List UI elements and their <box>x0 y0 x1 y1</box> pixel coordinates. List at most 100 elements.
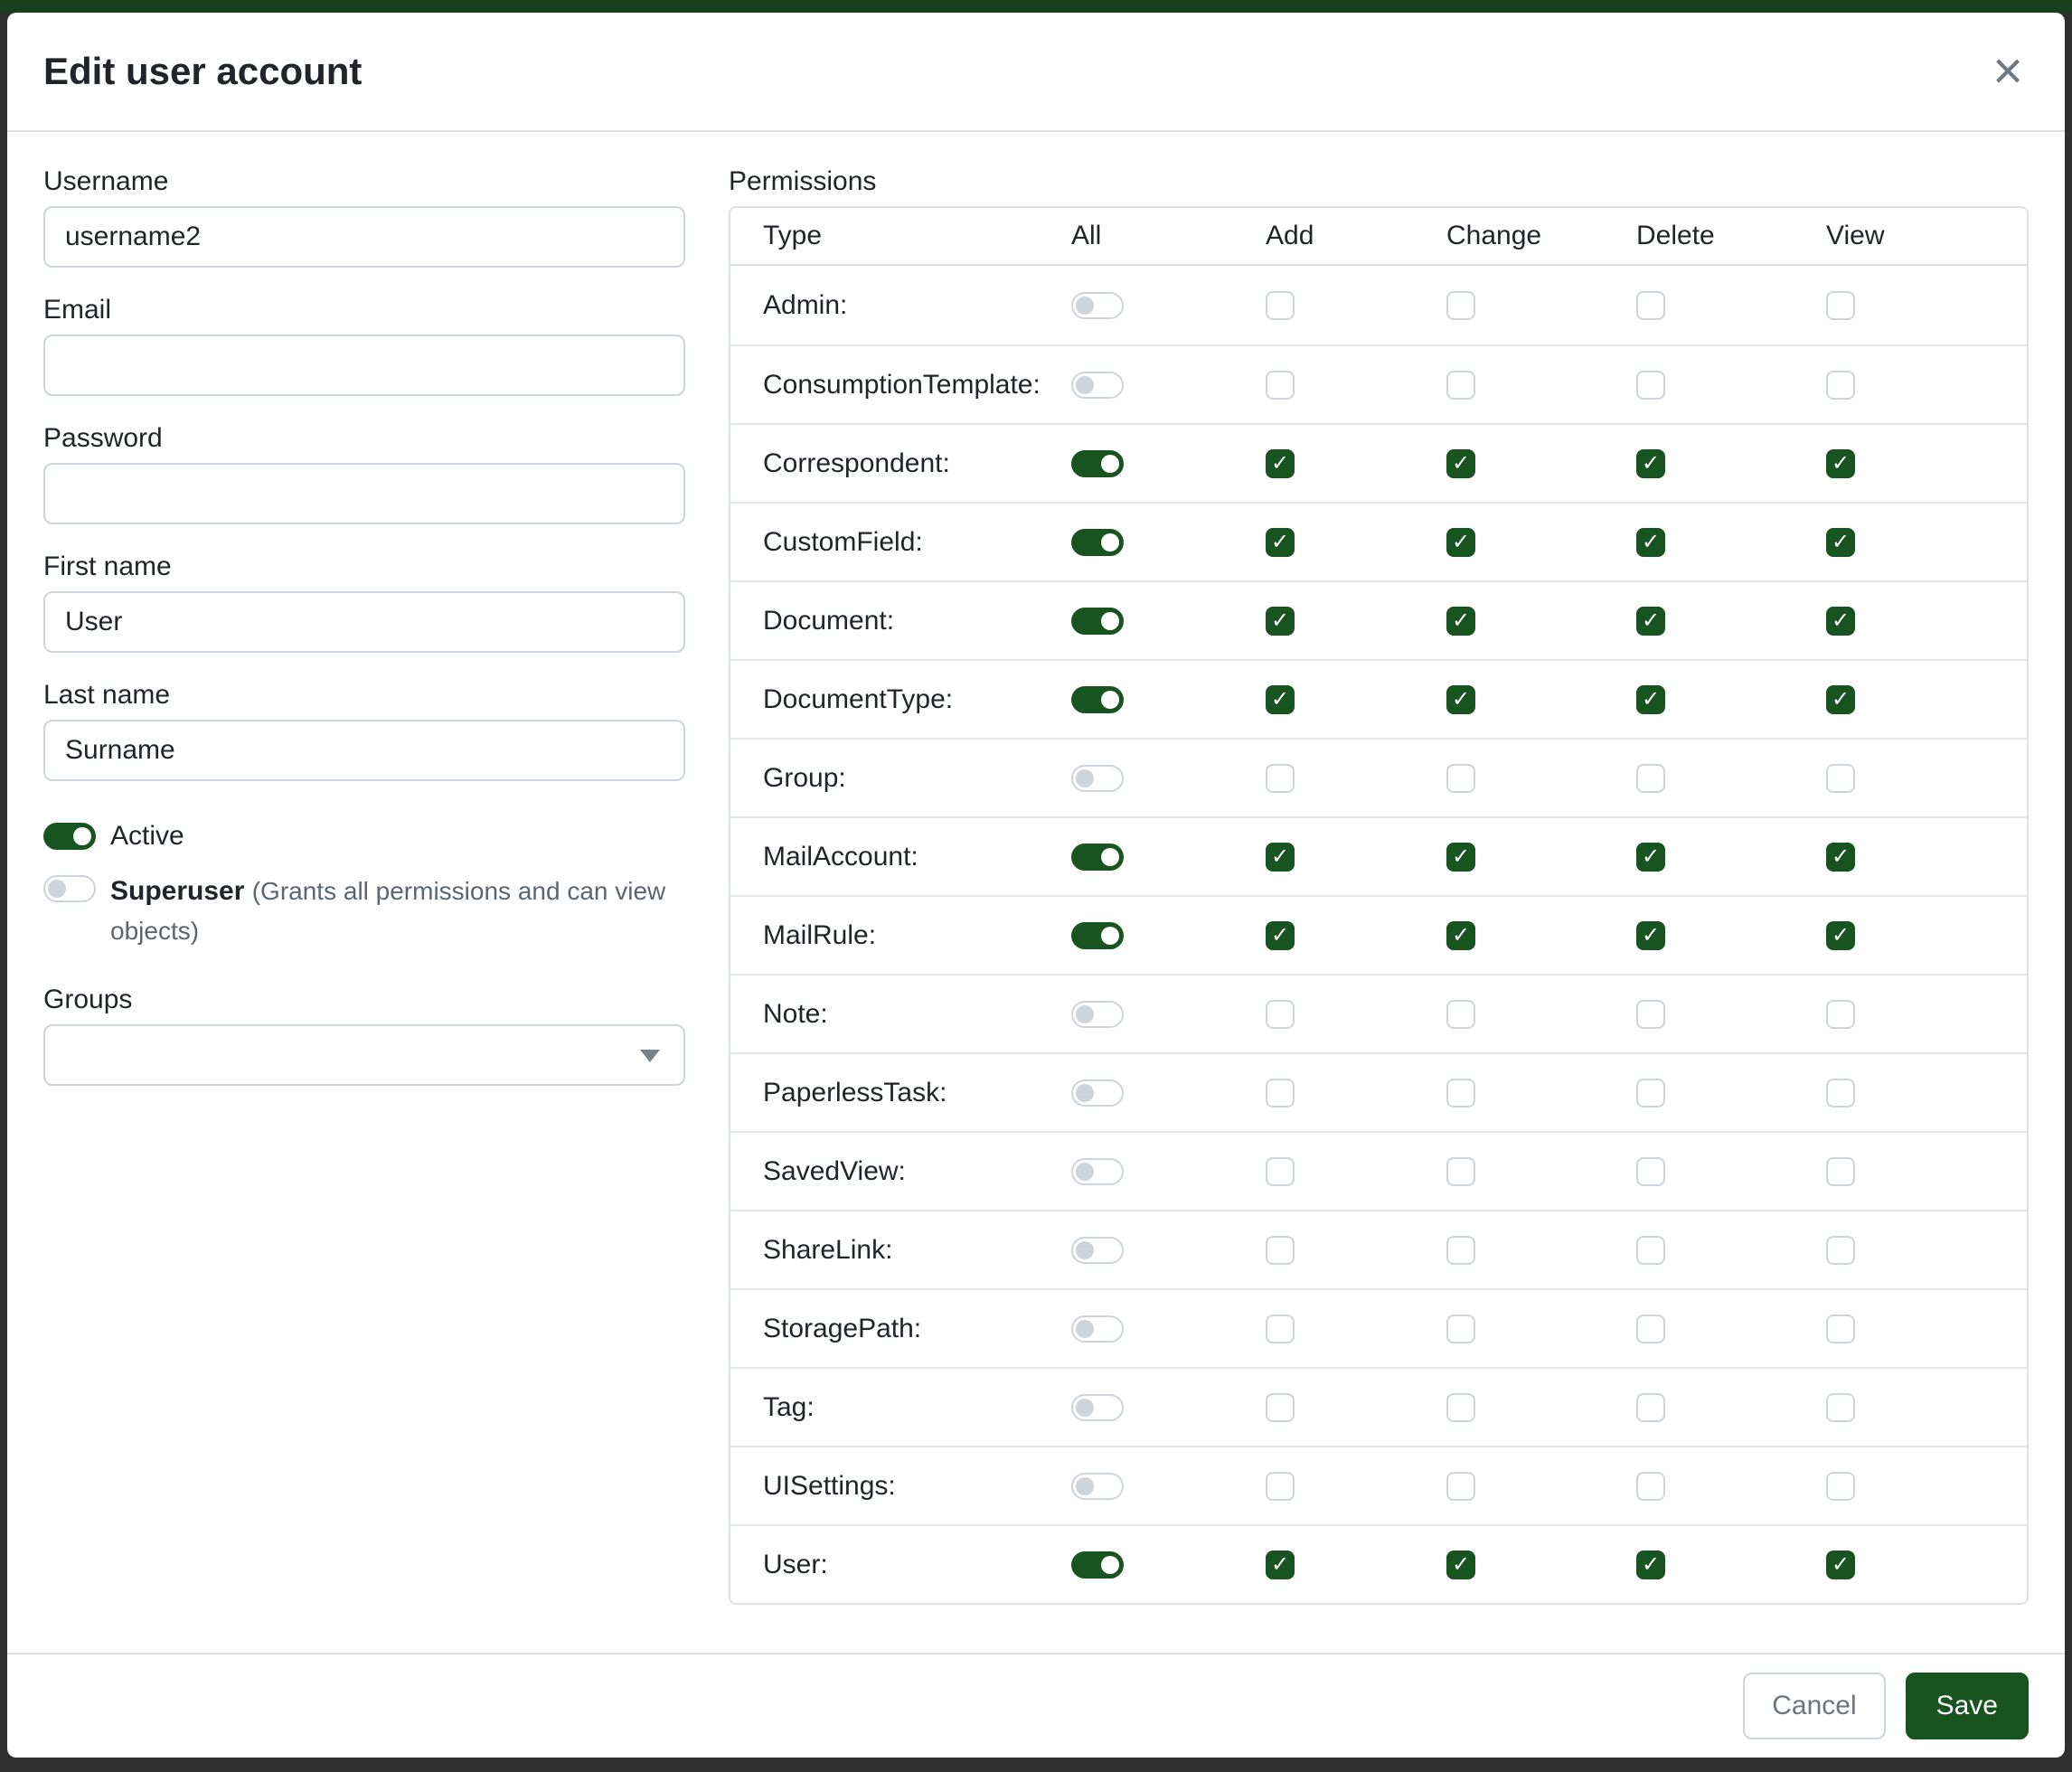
permission-view-checkbox[interactable] <box>1826 449 1855 478</box>
permission-delete-checkbox[interactable] <box>1636 1315 1665 1343</box>
superuser-toggle[interactable] <box>43 875 96 902</box>
permission-delete-checkbox[interactable] <box>1636 685 1665 714</box>
permission-all-toggle[interactable] <box>1071 1079 1124 1107</box>
permission-all-toggle[interactable] <box>1071 1315 1124 1343</box>
permission-view-checkbox[interactable] <box>1826 685 1855 714</box>
permission-delete-checkbox[interactable] <box>1636 921 1665 950</box>
permission-add-checkbox[interactable] <box>1266 1236 1295 1265</box>
permission-add-checkbox[interactable] <box>1266 291 1295 320</box>
permission-add-checkbox[interactable] <box>1266 1393 1295 1422</box>
permission-change-checkbox[interactable] <box>1446 764 1475 793</box>
permission-view-checkbox[interactable] <box>1826 1079 1855 1108</box>
permission-change-checkbox[interactable] <box>1446 1315 1475 1343</box>
permission-delete-checkbox[interactable] <box>1636 528 1665 557</box>
permission-add-checkbox[interactable] <box>1266 1157 1295 1186</box>
permission-view-checkbox[interactable] <box>1826 291 1855 320</box>
permission-change-checkbox[interactable] <box>1446 291 1475 320</box>
permission-all-toggle[interactable] <box>1071 292 1124 319</box>
groups-select[interactable] <box>43 1024 685 1086</box>
permission-delete-checkbox[interactable] <box>1636 1236 1665 1265</box>
permission-all-toggle[interactable] <box>1071 1394 1124 1421</box>
permission-view-checkbox[interactable] <box>1826 921 1855 950</box>
permission-all-toggle[interactable] <box>1071 844 1124 871</box>
permission-view-checkbox[interactable] <box>1826 1550 1855 1579</box>
permission-add-checkbox[interactable] <box>1266 1472 1295 1501</box>
permission-add-checkbox[interactable] <box>1266 1000 1295 1029</box>
permission-all-toggle[interactable] <box>1071 529 1124 556</box>
permission-view-checkbox[interactable] <box>1826 1000 1855 1029</box>
username-input[interactable] <box>43 206 685 268</box>
permission-all-toggle[interactable] <box>1071 1473 1124 1500</box>
permission-add-checkbox[interactable] <box>1266 607 1295 636</box>
permission-view-checkbox[interactable] <box>1826 1315 1855 1343</box>
permission-delete-checkbox[interactable] <box>1636 449 1665 478</box>
permission-add-checkbox[interactable] <box>1266 1079 1295 1108</box>
permission-change-checkbox[interactable] <box>1446 1472 1475 1501</box>
permission-delete-checkbox[interactable] <box>1636 1393 1665 1422</box>
permission-add-checkbox[interactable] <box>1266 764 1295 793</box>
close-icon[interactable]: × <box>1987 45 2029 98</box>
permission-view-checkbox[interactable] <box>1826 607 1855 636</box>
permission-change-checkbox[interactable] <box>1446 1157 1475 1186</box>
permission-delete-checkbox[interactable] <box>1636 607 1665 636</box>
permission-add-checkbox[interactable] <box>1266 1315 1295 1343</box>
permission-all-toggle[interactable] <box>1071 686 1124 713</box>
cancel-button[interactable]: Cancel <box>1743 1673 1885 1739</box>
password-label: Password <box>43 423 685 454</box>
permission-view-checkbox[interactable] <box>1826 843 1855 872</box>
permission-delete-checkbox[interactable] <box>1636 1079 1665 1108</box>
permission-change-checkbox[interactable] <box>1446 528 1475 557</box>
permission-view-checkbox[interactable] <box>1826 371 1855 400</box>
permission-row: MailRule: <box>730 895 2027 974</box>
save-button[interactable]: Save <box>1906 1673 2029 1739</box>
permission-all-toggle[interactable] <box>1071 1551 1124 1579</box>
permission-add-checkbox[interactable] <box>1266 371 1295 400</box>
permission-change-checkbox[interactable] <box>1446 607 1475 636</box>
permission-change-checkbox[interactable] <box>1446 1236 1475 1265</box>
permission-change-checkbox[interactable] <box>1446 371 1475 400</box>
first-name-input[interactable] <box>43 591 685 653</box>
permission-all-toggle[interactable] <box>1071 1237 1124 1264</box>
permission-delete-checkbox[interactable] <box>1636 1000 1665 1029</box>
permission-change-checkbox[interactable] <box>1446 921 1475 950</box>
last-name-label: Last name <box>43 680 685 711</box>
permission-change-checkbox[interactable] <box>1446 1079 1475 1108</box>
active-toggle[interactable] <box>43 823 96 850</box>
permission-type-cell: DocumentType: <box>730 684 1071 715</box>
password-input[interactable] <box>43 463 685 524</box>
permission-change-checkbox[interactable] <box>1446 685 1475 714</box>
permission-all-toggle[interactable] <box>1071 1001 1124 1028</box>
permission-all-toggle[interactable] <box>1071 765 1124 792</box>
permission-view-checkbox[interactable] <box>1826 528 1855 557</box>
permission-change-checkbox[interactable] <box>1446 843 1475 872</box>
permission-add-checkbox[interactable] <box>1266 843 1295 872</box>
permission-change-checkbox[interactable] <box>1446 1000 1475 1029</box>
permission-view-checkbox[interactable] <box>1826 1472 1855 1501</box>
last-name-input[interactable] <box>43 720 685 781</box>
permission-change-checkbox[interactable] <box>1446 1550 1475 1579</box>
permission-add-checkbox[interactable] <box>1266 1550 1295 1579</box>
permission-delete-checkbox[interactable] <box>1636 1550 1665 1579</box>
email-input[interactable] <box>43 335 685 396</box>
permission-all-toggle[interactable] <box>1071 922 1124 949</box>
permission-change-checkbox[interactable] <box>1446 1393 1475 1422</box>
permission-delete-checkbox[interactable] <box>1636 843 1665 872</box>
permission-delete-checkbox[interactable] <box>1636 1472 1665 1501</box>
permission-view-checkbox[interactable] <box>1826 1236 1855 1265</box>
permission-delete-checkbox[interactable] <box>1636 291 1665 320</box>
permission-view-checkbox[interactable] <box>1826 1157 1855 1186</box>
permission-view-checkbox[interactable] <box>1826 1393 1855 1422</box>
permission-all-toggle[interactable] <box>1071 372 1124 399</box>
permission-change-checkbox[interactable] <box>1446 449 1475 478</box>
permission-add-checkbox[interactable] <box>1266 685 1295 714</box>
permission-all-toggle[interactable] <box>1071 450 1124 477</box>
permission-delete-checkbox[interactable] <box>1636 1157 1665 1186</box>
permission-add-checkbox[interactable] <box>1266 528 1295 557</box>
permission-add-checkbox[interactable] <box>1266 921 1295 950</box>
permission-all-toggle[interactable] <box>1071 608 1124 635</box>
permission-view-checkbox[interactable] <box>1826 764 1855 793</box>
permission-delete-checkbox[interactable] <box>1636 764 1665 793</box>
permission-add-checkbox[interactable] <box>1266 449 1295 478</box>
permission-all-toggle[interactable] <box>1071 1158 1124 1185</box>
permission-delete-checkbox[interactable] <box>1636 371 1665 400</box>
